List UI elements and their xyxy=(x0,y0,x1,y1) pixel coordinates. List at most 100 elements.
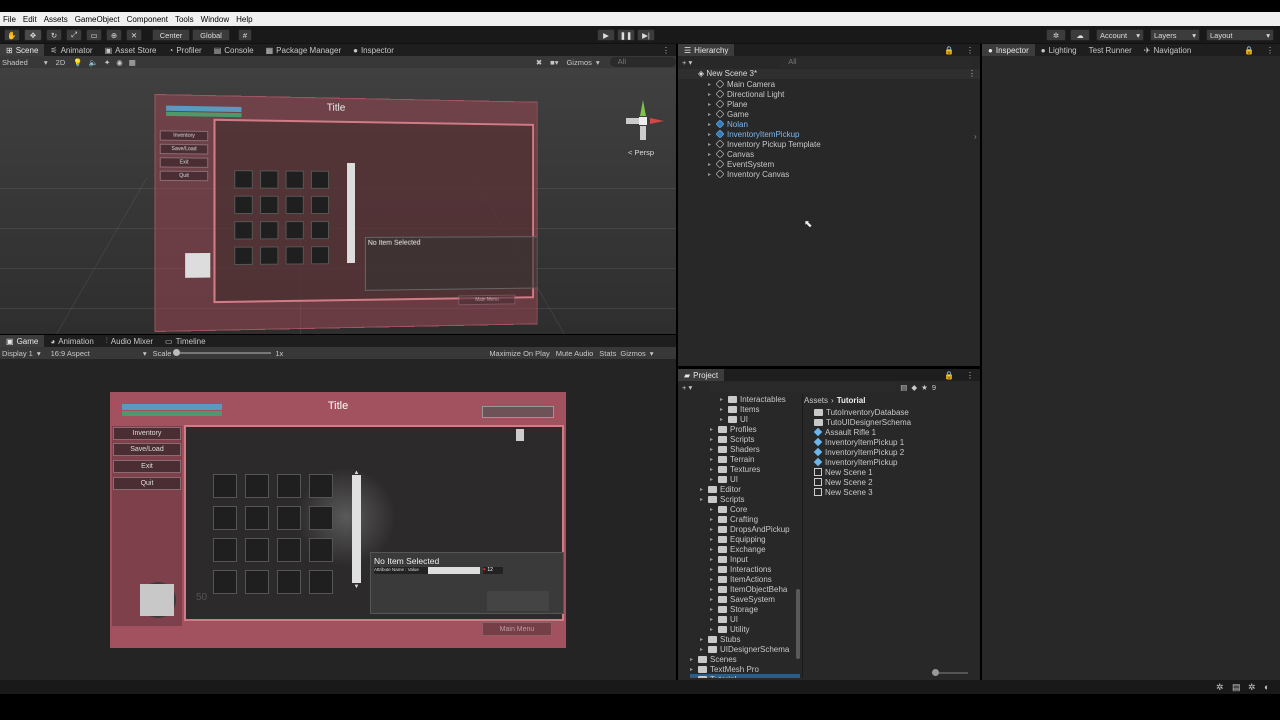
tab-animator[interactable]: ⚟ Animator xyxy=(44,44,98,56)
audio-icon[interactable]: 🔈 xyxy=(89,58,98,67)
folder-tree-item[interactable]: ▸ DropsAndPickup xyxy=(710,524,790,534)
scale-slider[interactable] xyxy=(173,349,272,356)
move-tool-icon[interactable]: ✥ xyxy=(24,29,42,41)
hierarchy-item[interactable]: ▸ Inventory Canvas xyxy=(708,169,789,179)
mode-2d-button[interactable]: 2D xyxy=(56,58,66,67)
tab-lighting[interactable]: ● Lighting xyxy=(1035,44,1083,56)
tab-inspector[interactable]: ● Inspector xyxy=(347,44,400,56)
folder-tree-item[interactable]: ▸ Exchange xyxy=(710,544,766,554)
layout-dropdown[interactable]: Layout ▾ xyxy=(1206,29,1274,41)
folder-tree-item[interactable]: ▸ Tutorial xyxy=(690,674,800,678)
add-icon[interactable]: + ▾ xyxy=(682,383,692,392)
hierarchy-item[interactable]: ▸ Main Camera xyxy=(708,79,775,89)
pivot-center-button[interactable]: Center xyxy=(152,29,190,41)
status-icon[interactable]: ◐ xyxy=(1264,682,1269,692)
panel-menu-icon[interactable]: ⋮ xyxy=(960,44,980,56)
inventory-slot[interactable] xyxy=(277,570,301,594)
hierarchy-item[interactable]: ▸ InventoryItemPickup xyxy=(708,129,799,139)
tab-navigation[interactable]: ✈ Navigation xyxy=(1138,44,1198,56)
expand-arrow-icon[interactable]: ▸ xyxy=(710,516,718,523)
inventory-slot[interactable] xyxy=(213,474,237,498)
collab-icon[interactable]: ✲ xyxy=(1046,29,1066,41)
step-button[interactable]: ▶| xyxy=(637,29,655,41)
expand-arrow-icon[interactable]: ▸ xyxy=(710,606,718,613)
game-gizmos-dropdown[interactable]: Gizmos ▾ xyxy=(620,349,653,358)
panel-menu-icon[interactable]: ⋮ xyxy=(960,369,980,381)
inventory-slot[interactable] xyxy=(213,570,237,594)
tab-project[interactable]: ▰ Project xyxy=(678,369,725,381)
folder-tree-item[interactable]: ▸ Input xyxy=(710,554,748,564)
debug-icon[interactable]: ✲ xyxy=(1216,682,1224,693)
inventory-slot[interactable] xyxy=(213,538,237,562)
tab-profiler[interactable]: ◔ Profiler xyxy=(163,44,208,56)
inventory-button[interactable]: Inventory xyxy=(113,427,181,440)
expand-arrow-icon[interactable]: ▸ xyxy=(710,526,718,533)
asset-item[interactable]: TutoUIDesignerSchema xyxy=(814,417,911,427)
expand-arrow-icon[interactable]: ▸ xyxy=(710,506,718,513)
scale-tool-icon[interactable]: ⤢ xyxy=(66,29,82,41)
stats-toggle[interactable]: Stats xyxy=(599,349,616,358)
folder-tree-item[interactable]: ▸ ItemObjectBeha xyxy=(710,584,787,594)
chevron-right-icon[interactable]: › xyxy=(974,132,977,141)
tab-game[interactable]: ▣ Game xyxy=(0,335,45,347)
expand-arrow-icon[interactable]: ▸ xyxy=(710,456,718,463)
hierarchy-item[interactable]: ▸ EventSystem xyxy=(708,159,774,169)
expand-arrow-icon[interactable]: ▸ xyxy=(720,396,728,403)
add-icon[interactable]: + ▾ xyxy=(682,58,692,67)
display-dropdown[interactable]: Display 1 ▾ xyxy=(2,349,41,358)
persp-label[interactable]: < Persp xyxy=(628,148,654,157)
hierarchy-item[interactable]: ▸ Canvas xyxy=(708,149,754,159)
tree-scrollbar[interactable] xyxy=(796,589,800,659)
favorite-icon[interactable]: ★ xyxy=(921,383,928,392)
folder-tree-item[interactable]: ▸ Scripts xyxy=(710,434,754,444)
breadcrumb-assets[interactable]: Assets xyxy=(804,396,828,405)
hierarchy-search-input[interactable]: All xyxy=(780,57,973,67)
tab-animation[interactable]: ◕ Animation xyxy=(44,335,99,347)
folder-tree-item[interactable]: ▸ Profiles xyxy=(710,424,757,434)
play-button[interactable]: ▶ xyxy=(597,29,615,41)
expand-arrow-icon[interactable]: ▸ xyxy=(690,666,698,673)
folder-tree-item[interactable]: ▸ Interactions xyxy=(710,564,771,574)
inventory-slot[interactable] xyxy=(277,538,301,562)
slider-handle[interactable] xyxy=(173,349,181,356)
expand-arrow-icon[interactable]: ▸ xyxy=(720,406,728,413)
icon-size-slider[interactable] xyxy=(932,669,968,676)
filter-type-icon[interactable]: ▤ xyxy=(900,383,907,392)
menu-tools[interactable]: Tools xyxy=(175,15,194,24)
asset-item[interactable]: New Scene 2 xyxy=(814,477,873,487)
expand-arrow-icon[interactable]: ▸ xyxy=(710,616,718,623)
quit-button[interactable]: Quit xyxy=(113,477,181,490)
expand-arrow-icon[interactable]: ▸ xyxy=(720,416,728,423)
folder-tree-item[interactable]: ▸ UI xyxy=(720,414,748,424)
lock-icon[interactable]: 🔒 xyxy=(938,44,960,56)
folder-tree-item[interactable]: ▸ Textures xyxy=(710,464,760,474)
menu-file[interactable]: File xyxy=(3,15,16,24)
tools-icon[interactable]: ✖ xyxy=(536,58,542,67)
inventory-slot[interactable] xyxy=(277,506,301,530)
folder-tree-item[interactable]: ▸ TextMesh Pro xyxy=(690,664,759,674)
tab-audio-mixer[interactable]: ⫶ Audio Mixer xyxy=(100,335,159,347)
inventory-slot[interactable] xyxy=(213,506,237,530)
scene-menu-icon[interactable]: ⋮ xyxy=(968,69,976,78)
expand-arrow-icon[interactable]: ▸ xyxy=(690,656,698,663)
lock-icon[interactable]: 🔒 xyxy=(938,369,960,381)
camera-icon[interactable]: ■▾ xyxy=(550,58,558,67)
hierarchy-item[interactable]: ▸ Plane xyxy=(708,99,747,109)
inventory-slot[interactable] xyxy=(245,474,269,498)
folder-tree-item[interactable]: ▸ Crafting xyxy=(710,514,758,524)
tab-test-runner[interactable]: Test Runner xyxy=(1083,44,1138,56)
expand-arrow-icon[interactable]: ▸ xyxy=(710,556,718,563)
tab-asset-store[interactable]: ▣ Asset Store xyxy=(99,44,163,56)
exit-button[interactable]: Exit xyxy=(113,460,181,473)
expand-arrow-icon[interactable]: ▸ xyxy=(710,426,718,433)
folder-tree-item[interactable]: ▸ Items xyxy=(720,404,760,414)
pause-button[interactable]: ❚❚ xyxy=(617,29,635,41)
asset-item[interactable]: New Scene 3 xyxy=(814,487,873,497)
hidden-objects-icon[interactable]: ◉ xyxy=(116,58,123,67)
folder-tree-item[interactable]: ▸ Editor xyxy=(700,484,741,494)
expand-arrow-icon[interactable]: ▸ xyxy=(700,496,708,503)
asset-item[interactable]: InventoryItemPickup 1 xyxy=(813,437,904,447)
panel-menu-icon[interactable]: ⋮ xyxy=(1260,44,1280,56)
expand-arrow-icon[interactable]: ▸ xyxy=(710,626,718,633)
orientation-gizmo[interactable] xyxy=(624,100,664,140)
